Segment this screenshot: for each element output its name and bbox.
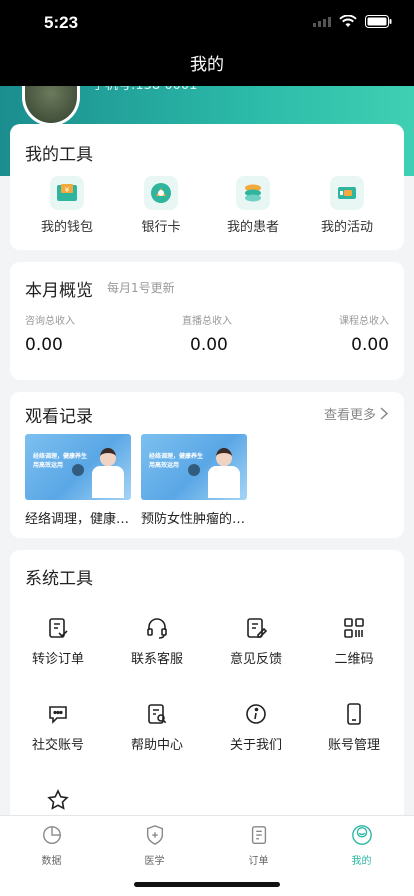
feedback-icon (247, 618, 268, 638)
tab-mine-label: 我的 (351, 856, 372, 867)
status-bar: 5:23 (0, 0, 414, 44)
tool-activity[interactable]: 我的活动 (302, 176, 392, 235)
sys-about-us-label: 关于我们 (229, 738, 282, 753)
doctor-figure (207, 444, 241, 500)
star-icon (47, 789, 69, 810)
tool-activity-label: 我的活动 (320, 220, 373, 235)
tab-data-label: 数据 (41, 856, 62, 867)
wallet-icon: ¥ (50, 176, 84, 210)
wifi-icon (339, 15, 357, 27)
tab-orders[interactable]: 订单 (207, 824, 310, 867)
sys-feedback[interactable]: 意见反馈 (208, 612, 304, 667)
help-icon (148, 704, 167, 724)
sys-customer-service[interactable]: 联系客服 (109, 612, 205, 667)
tools-title: 我的工具 (25, 145, 93, 165)
bank-card-icon (144, 176, 178, 210)
status-icons (313, 15, 392, 28)
play-icon (188, 464, 200, 476)
order-icon (251, 826, 266, 844)
tool-patients-label: 我的患者 (226, 220, 279, 235)
history-thumb-2[interactable]: 经络调理，健康养生用高效运用 (141, 434, 247, 500)
activity-icon (330, 176, 364, 210)
tab-data[interactable]: 数据 (0, 824, 103, 867)
tool-bank-card[interactable]: 银行卡 (116, 176, 206, 235)
pie-chart-icon (42, 826, 61, 844)
tab-medical[interactable]: 医学 (103, 824, 206, 867)
tab-orders-label: 订单 (248, 856, 269, 867)
play-icon (72, 464, 84, 476)
phone-icon (347, 703, 361, 725)
tool-patients[interactable]: 我的患者 (208, 176, 298, 235)
status-time: 5:23 (44, 13, 79, 32)
sys-help-center-label: 帮助中心 (130, 738, 183, 753)
page-title: 我的 (190, 55, 224, 75)
sys-social-account-label: 社交账号 (31, 738, 84, 753)
stat-consult-value: 0.00 (25, 335, 63, 355)
tool-bank-card-label: 银行卡 (141, 220, 181, 235)
stat-course-label: 课程总收入 (339, 316, 389, 327)
sys-customer-service-label: 联系客服 (130, 652, 183, 667)
referral-order-icon (49, 618, 68, 638)
svg-text:¥: ¥ (65, 186, 70, 194)
stat-consult-label: 咨询总收入 (25, 316, 75, 327)
sys-account-management-label: 账号管理 (327, 738, 380, 753)
sys-referral-order-label: 转诊订单 (31, 652, 84, 667)
tools-card: 我的工具 ¥ 我的钱包 银行卡 我的患者 我的活动 (10, 124, 404, 250)
tab-mine[interactable]: 我的 (310, 824, 413, 867)
tool-wallet[interactable]: ¥ 我的钱包 (22, 176, 112, 235)
system-title: 系统工具 (25, 569, 93, 589)
info-icon (246, 704, 266, 724)
history-title: 观看记录 (25, 407, 93, 427)
overview-card: 本月概览 每月1号更新 咨询总收入 0.00 直播总收入 0.00 课程总收入 … (10, 262, 404, 380)
overview-title: 本月概览 (25, 281, 93, 301)
history-caption-1: 经络调理，健康… (25, 512, 130, 527)
battery-icon (365, 15, 392, 28)
shield-plus-icon (146, 825, 163, 845)
chat-icon (49, 706, 67, 724)
history-more-link[interactable]: 查看更多 (324, 404, 388, 423)
tab-medical-label: 医学 (144, 856, 165, 867)
sys-social-account[interactable]: 社交账号 (10, 698, 106, 753)
signal-icon (313, 16, 331, 27)
sys-feedback-label: 意见反馈 (229, 652, 282, 667)
home-indicator (134, 882, 280, 887)
system-card: 系统工具 转诊订单 联系客服 意见反馈 二维码 社交账号 帮助中心 关于我们 账… (10, 550, 404, 830)
history-more-label: 查看更多 (323, 408, 376, 423)
sys-about-us[interactable]: 关于我们 (208, 698, 304, 753)
stat-live-label: 直播总收入 (182, 316, 232, 327)
sys-qrcode[interactable]: 二维码 (306, 612, 402, 667)
stat-course-value: 0.00 (351, 335, 389, 355)
nav-bar: 我的 (0, 44, 414, 86)
sys-qrcode-label: 二维码 (334, 652, 374, 667)
sys-help-center[interactable]: 帮助中心 (109, 698, 205, 753)
history-card: 观看记录 查看更多 经络调理，健康养生用高效运用 经络调理，健康… 经络调理，健… (10, 392, 404, 538)
chevron-right-icon (380, 407, 388, 420)
tool-wallet-label: 我的钱包 (40, 220, 93, 235)
patients-icon (236, 176, 270, 210)
history-caption-2: 预防女性肿瘤的… (141, 512, 246, 527)
headset-icon (147, 618, 167, 639)
qrcode-icon (344, 618, 364, 638)
history-thumb-1[interactable]: 经络调理，健康养生用高效运用 (25, 434, 131, 500)
stat-live-value: 0.00 (190, 335, 228, 355)
doctor-figure (91, 444, 125, 500)
sys-account-management[interactable]: 账号管理 (306, 698, 402, 753)
profile-icon (351, 825, 372, 845)
sys-referral-order[interactable]: 转诊订单 (10, 612, 106, 667)
overview-subtitle: 每月1号更新 (107, 281, 175, 295)
